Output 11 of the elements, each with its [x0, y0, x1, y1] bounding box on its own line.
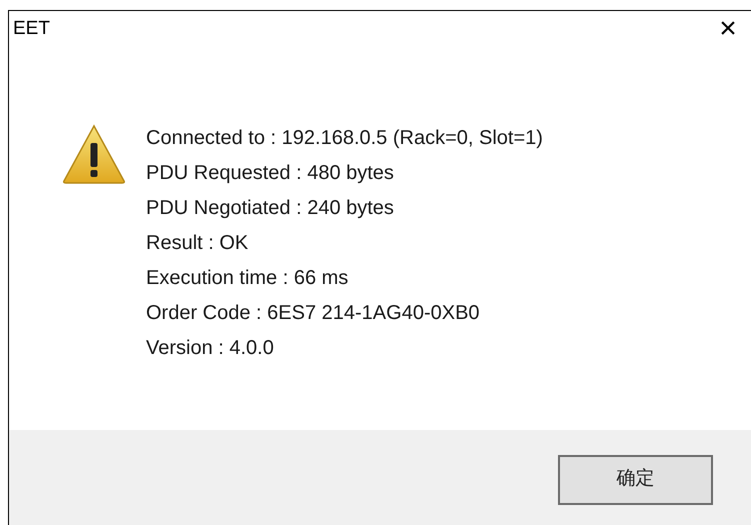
message-line: PDU Requested : 480 bytes: [146, 161, 395, 186]
window-title: EET: [13, 16, 50, 41]
message-line: Connected to : 192.168.0.5 (Rack=0, Slot=1): [146, 126, 543, 151]
warning-icon: [61, 123, 127, 185]
message-line: PDU Negotiated : 240 bytes: [146, 196, 395, 221]
message-line: Execution time : 66 ms: [146, 266, 350, 291]
close-button[interactable]: ×: [713, 14, 743, 44]
ok-button[interactable]: 确定: [558, 454, 713, 504]
message-line: Version : 4.0.0: [146, 336, 275, 361]
message-line: Order Code : 6ES7 214-1AG40-0XB0: [146, 301, 481, 326]
message-line: Result : OK: [146, 231, 250, 256]
